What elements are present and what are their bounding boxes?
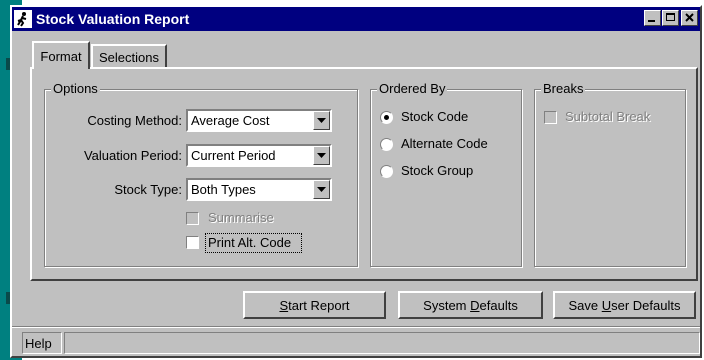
save-user-defaults-label-prefix: Save: [568, 297, 602, 313]
start-report-button[interactable]: Start Report: [243, 291, 386, 319]
radio-stock-group[interactable]: [380, 165, 393, 178]
window-title: Stock Valuation Report: [36, 11, 190, 27]
subtotal-break-label: Subtotal Break: [565, 109, 651, 124]
ordered-by-group-label: Ordered By: [377, 81, 448, 96]
alternate-code-label: Alternate Code: [401, 136, 488, 151]
valuation-period-dropdown-button[interactable]: [313, 146, 330, 165]
close-button[interactable]: [681, 10, 698, 26]
chevron-down-icon: [317, 186, 326, 192]
stock-code-label: Stock Code: [401, 109, 469, 124]
chevron-down-icon: [317, 117, 326, 123]
save-user-defaults-label: ser Defaults: [611, 297, 681, 313]
radio-alternate-code[interactable]: [380, 138, 393, 151]
close-icon: [685, 13, 694, 22]
system-defaults-button[interactable]: System Defaults: [398, 291, 543, 319]
stock-type-select[interactable]: Both Types: [186, 178, 332, 201]
summarise-checkbox[interactable]: [186, 212, 199, 225]
system-defaults-accelerator: D: [470, 297, 480, 313]
status-message-panel: [64, 332, 700, 354]
radio-selected-dot: [384, 115, 389, 120]
tab-selections[interactable]: Selections: [91, 44, 167, 68]
maximize-button[interactable]: [662, 10, 679, 26]
radio-stock-code[interactable]: [380, 111, 393, 124]
maximize-icon: [666, 13, 675, 21]
start-report-accelerator: S: [279, 297, 289, 313]
minimize-icon: [648, 20, 655, 22]
costing-method-dropdown-button[interactable]: [313, 111, 330, 130]
tab-format-label: Format: [40, 48, 82, 64]
system-defaults-label: efaults: [479, 297, 518, 313]
chevron-down-icon: [317, 152, 326, 158]
title-bar[interactable]: Stock Valuation Report: [12, 7, 700, 31]
stock-type-dropdown-button[interactable]: [313, 180, 330, 199]
costing-method-label: Costing Method:: [87, 113, 182, 128]
costing-method-value: Average Cost: [191, 113, 270, 128]
summarise-label: Summarise: [208, 210, 274, 225]
minimize-button[interactable]: [644, 10, 661, 26]
costing-method-select[interactable]: Average Cost: [186, 109, 332, 132]
valuation-period-select[interactable]: Current Period: [186, 144, 332, 167]
system-defaults-label-prefix: System: [423, 297, 471, 313]
tab-selections-label: Selections: [99, 49, 159, 65]
print-alt-code-label: Print Alt. Code: [208, 235, 292, 250]
tab-format[interactable]: Format: [32, 41, 90, 69]
status-separator: [12, 326, 700, 328]
start-report-label: tart Report: [288, 297, 350, 313]
status-help-panel: Help: [22, 332, 62, 354]
breaks-group-label: Breaks: [541, 81, 586, 96]
stock-type-value: Both Types: [191, 182, 256, 197]
options-group-label: Options: [51, 81, 100, 96]
save-user-defaults-button[interactable]: Save User Defaults: [553, 291, 696, 319]
print-alt-code-checkbox[interactable]: [186, 236, 199, 249]
stock-type-label: Stock Type:: [114, 182, 182, 197]
running-man-icon[interactable]: [14, 10, 32, 28]
save-user-defaults-accelerator: U: [601, 297, 612, 313]
valuation-period-value: Current Period: [191, 148, 276, 163]
valuation-period-label: Valuation Period:: [83, 148, 182, 163]
status-help-text: Help: [25, 335, 52, 351]
stock-group-label: Stock Group: [401, 163, 474, 178]
format-tab-panel: Options Costing Method: Average Cost Val…: [30, 67, 698, 281]
subtotal-break-checkbox[interactable]: [544, 111, 557, 124]
